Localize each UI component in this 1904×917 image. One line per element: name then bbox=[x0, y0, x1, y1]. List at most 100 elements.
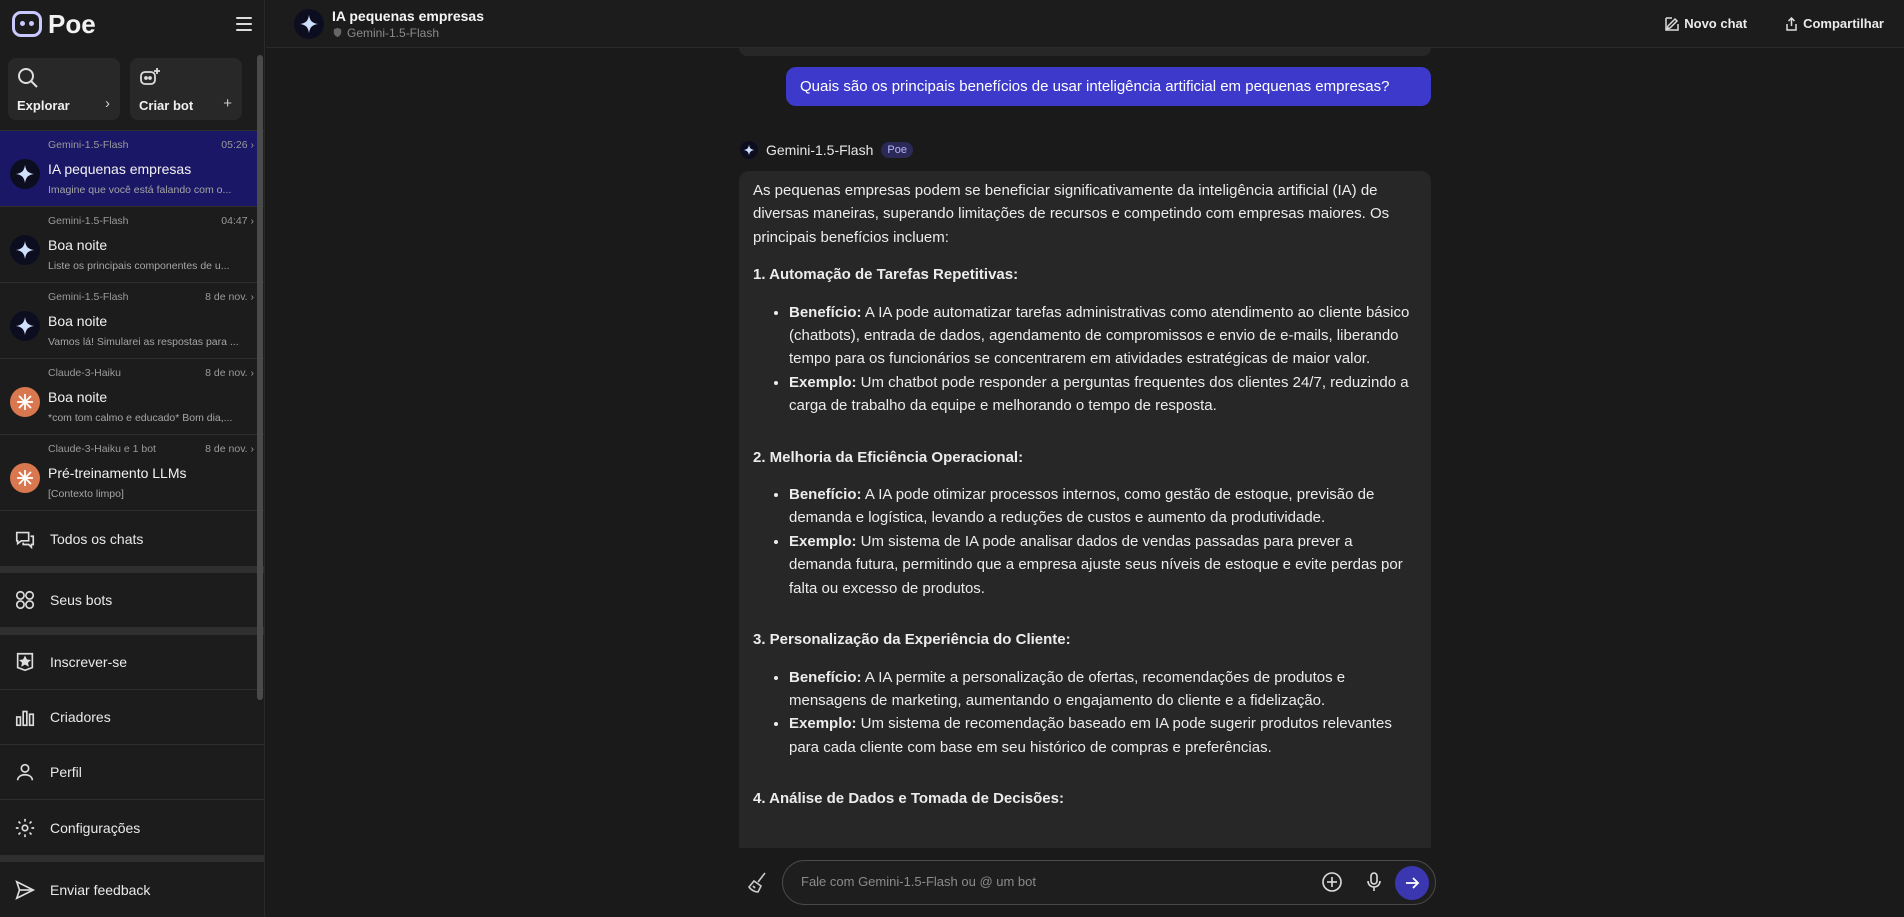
chat-time: 04:47 › bbox=[221, 215, 254, 227]
nav-label: Configurações bbox=[50, 819, 141, 836]
nav-label: Todos os chats bbox=[50, 530, 144, 547]
chat-input-box bbox=[782, 860, 1436, 905]
menu-icon[interactable] bbox=[236, 17, 252, 31]
clear-context-icon[interactable] bbox=[745, 870, 771, 896]
list-item: Benefício: A IA pode otimizar processos … bbox=[789, 483, 1417, 530]
list-item: Benefício: A IA permite a personalização… bbox=[789, 666, 1417, 713]
chat-item[interactable]: Claude-3-Haiku 8 de nov. › Boa noite *com… bbox=[0, 359, 264, 435]
nav-label: Seus bots bbox=[50, 592, 113, 608]
share-icon bbox=[1786, 16, 1797, 31]
chat-snippet: *com tom calmo e educado* Bom dia,... bbox=[48, 412, 233, 424]
chat-item[interactable]: Gemini-1.5-Flash 8 de nov. › Boa noite Va… bbox=[0, 283, 264, 359]
chat-bot-name: Gemini-1.5-Flash bbox=[48, 139, 129, 151]
section-heading: 1. Automação de Tarefas Repetitivas: bbox=[753, 266, 1019, 284]
chat-snippet: Imagine que você está falando com o... bbox=[48, 184, 232, 196]
arrow-right-icon bbox=[1406, 877, 1420, 889]
chat-input[interactable] bbox=[801, 874, 1281, 889]
bot-add-icon bbox=[140, 68, 160, 85]
sidebar-scrollbar[interactable] bbox=[257, 55, 263, 700]
nav-subscribe[interactable]: Inscrever-se bbox=[0, 635, 264, 690]
list-item: Exemplo: Um sistema de recomendação base… bbox=[789, 712, 1417, 759]
plus-icon: + bbox=[223, 95, 232, 112]
nav-settings[interactable]: Configurações bbox=[0, 800, 264, 855]
chat-snippet: Liste os principais componentes de u... bbox=[48, 260, 230, 272]
chat-bubbles-icon bbox=[15, 531, 35, 549]
search-icon bbox=[18, 68, 38, 88]
chat-time: 8 de nov. › bbox=[205, 291, 254, 303]
create-bot-button[interactable]: Criar bot + bbox=[130, 58, 242, 120]
bullet-list: Benefício: A IA permite a personalização… bbox=[753, 666, 1417, 760]
shield-icon bbox=[333, 27, 342, 38]
star-badge-icon bbox=[16, 652, 34, 672]
chat-bot-name: Gemini-1.5-Flash bbox=[48, 215, 129, 227]
chat-title: Boa noite bbox=[48, 389, 108, 405]
chat-list: Gemini-1.5-Flash 05:26 › IA pequenas empr… bbox=[0, 130, 264, 511]
chat-bot-name: Claude-3-Haiku bbox=[48, 367, 121, 379]
create-bot-label: Criar bot bbox=[139, 98, 194, 113]
chat-snippet: [Contexto limpo] bbox=[48, 488, 124, 500]
user-message[interactable]: Quais são os principais benefícios de us… bbox=[786, 67, 1431, 106]
poe-logo[interactable]: Poe bbox=[12, 9, 96, 40]
chat-time: 8 de nov. › bbox=[205, 443, 254, 455]
new-chat-button[interactable]: Novo chat bbox=[1665, 16, 1747, 31]
chat-title: Boa noite bbox=[48, 237, 108, 253]
nav-creators[interactable]: Criadores bbox=[0, 690, 264, 745]
composer bbox=[266, 848, 1904, 917]
bot-header: Gemini-1.5-Flash Poe bbox=[740, 141, 913, 159]
page-title: IA pequenas empresas bbox=[332, 7, 484, 24]
chat-snippet: Vamos lá! Simularei as respostas para ..… bbox=[48, 336, 239, 348]
gemini-icon[interactable] bbox=[294, 8, 324, 39]
list-item: Exemplo: Um sistema de IA pode analisar … bbox=[789, 530, 1417, 600]
logo-text: Poe bbox=[48, 8, 96, 39]
gemini-icon bbox=[10, 311, 40, 341]
user-icon bbox=[16, 763, 34, 781]
nav-label: Enviar feedback bbox=[50, 881, 151, 898]
chat-item[interactable]: Gemini-1.5-Flash 04:47 › Boa noite Liste … bbox=[0, 207, 264, 283]
header: IA pequenas empresas Gemini-1.5-Flash No… bbox=[266, 0, 1904, 48]
chat-bot-name: Claude-3-Haiku e 1 bot bbox=[48, 443, 156, 455]
gemini-icon bbox=[10, 159, 40, 189]
nav-label: Perfil bbox=[50, 764, 82, 780]
nav-label: Inscrever-se bbox=[50, 654, 128, 670]
gemini-icon bbox=[10, 235, 40, 265]
nav-label: Criadores bbox=[50, 709, 111, 725]
top-actions: Explorar › Criar bot + bbox=[0, 48, 264, 130]
bullet-list: Benefício: A IA pode otimizar processos … bbox=[753, 483, 1417, 600]
intro-paragraph: As pequenas empresas podem se beneficiar… bbox=[753, 182, 1390, 246]
gear-icon bbox=[15, 818, 35, 837]
bot-name[interactable]: Gemini-1.5-Flash bbox=[766, 142, 873, 158]
chat-bot-name: Gemini-1.5-Flash bbox=[48, 291, 129, 303]
explore-button[interactable]: Explorar › bbox=[8, 58, 120, 120]
chat-item[interactable]: Gemini-1.5-Flash 05:26 › IA pequenas empr… bbox=[0, 131, 264, 207]
nav-your-bots[interactable]: Seus bots bbox=[0, 573, 264, 628]
bots-grid-icon bbox=[15, 590, 35, 610]
nav-all-chats[interactable]: Todos os chats bbox=[0, 511, 264, 566]
bot-message[interactable]: As pequenas empresas podem se beneficiar… bbox=[739, 171, 1431, 848]
microphone-icon[interactable] bbox=[1363, 871, 1385, 893]
chat-title: Pré-treinamento LLMs bbox=[48, 465, 187, 481]
chart-icon bbox=[15, 710, 35, 727]
section-heading: 2. Melhoria da Eficiência Operacional: bbox=[753, 448, 1024, 466]
section-heading: 3. Personalização da Experiência do Clie… bbox=[753, 631, 1071, 649]
nav-profile[interactable]: Perfil bbox=[0, 745, 264, 800]
divider bbox=[0, 855, 264, 862]
sidebar: Poe Explorar › Criar bot + Gemini-1.5-Fl… bbox=[0, 0, 265, 917]
gemini-icon bbox=[740, 141, 758, 159]
chat-title: Boa noite bbox=[48, 313, 108, 329]
header-subtitle[interactable]: Gemini-1.5-Flash bbox=[332, 26, 484, 40]
bullet-list: Benefício: A IA pode automatizar tarefas… bbox=[753, 301, 1417, 418]
conversation: Quais são os principais benefícios de us… bbox=[266, 48, 1904, 848]
add-icon[interactable] bbox=[1321, 871, 1343, 893]
divider bbox=[0, 566, 264, 573]
poe-badge: Poe bbox=[881, 142, 913, 158]
nav-feedback[interactable]: Enviar feedback bbox=[0, 862, 264, 917]
chat-title: IA pequenas empresas bbox=[48, 161, 192, 177]
poe-logo-icon bbox=[12, 11, 42, 37]
chevron-right-icon: › bbox=[105, 95, 110, 112]
section-heading: 4. Análise de Dados e Tomada de Decisões… bbox=[753, 790, 1064, 808]
send-button[interactable] bbox=[1395, 866, 1429, 900]
share-button[interactable]: Compartilhar bbox=[1785, 16, 1884, 31]
chat-item[interactable]: Claude-3-Haiku e 1 bot 8 de nov. › Pré-tr… bbox=[0, 435, 264, 511]
divider bbox=[0, 628, 264, 635]
send-icon bbox=[15, 879, 36, 900]
